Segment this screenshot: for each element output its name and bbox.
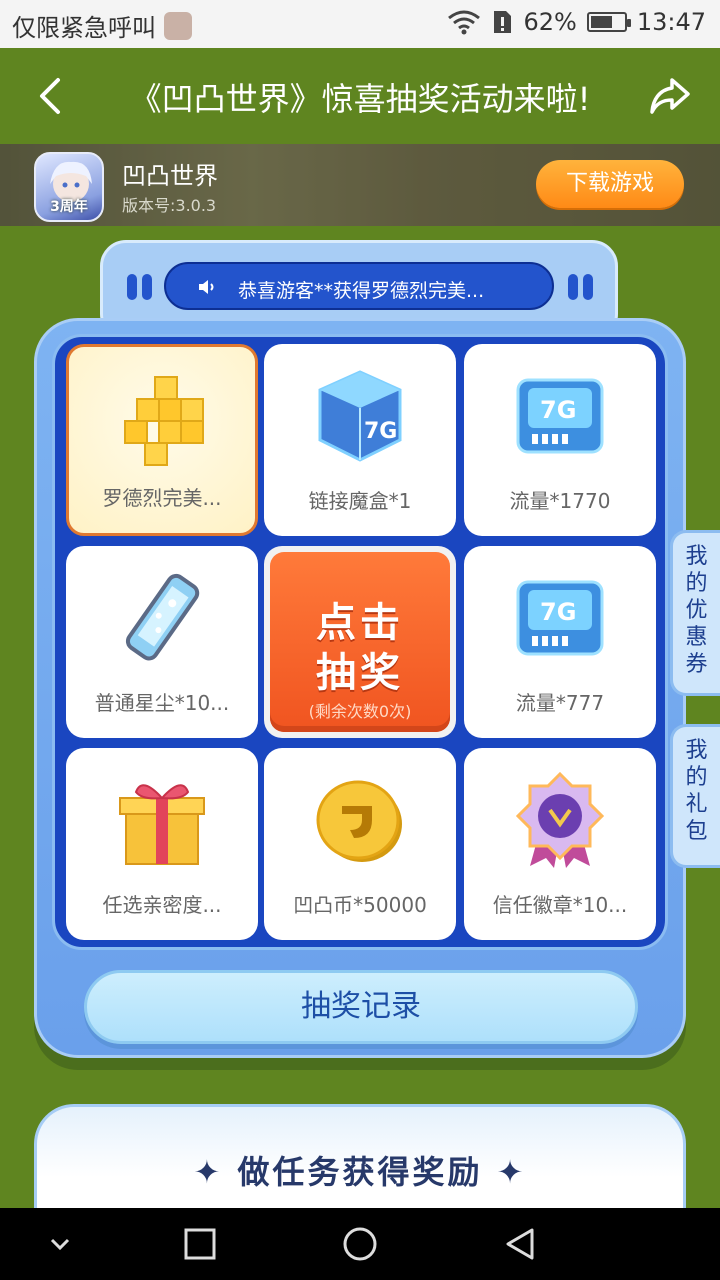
prize-label: 任选亲密度... xyxy=(102,893,222,917)
prize-label: 凹凸币*50000 xyxy=(293,893,427,917)
prize-label: 罗德烈完美... xyxy=(102,486,222,510)
clock: 13:47 xyxy=(636,8,706,36)
download-game-button[interactable]: 下载游戏 xyxy=(536,160,684,208)
status-left: 仅限紧急呼叫 xyxy=(12,8,192,43)
anniversary-badge: 3周年 xyxy=(50,199,88,215)
battery-percent: 62% xyxy=(523,8,577,36)
prize-cell[interactable]: 凹凸币*50000 xyxy=(264,748,456,940)
trust-badge-icon xyxy=(515,771,605,868)
draw-cell: 点击 抽奖 (剩余次数0次) xyxy=(264,546,456,738)
my-gifts-tab[interactable]: 我的礼包 xyxy=(670,724,720,868)
title-bar: 《凹凸世界》惊喜抽奖活动来啦! xyxy=(0,48,720,144)
prize-cell[interactable]: 普通星尘*10... xyxy=(66,546,258,738)
remaining-draws: (剩余次数0次) xyxy=(308,702,412,721)
stardust-crystal-icon xyxy=(125,573,200,661)
prize-cell[interactable]: 罗德烈完美... xyxy=(66,344,258,536)
magic-cube-7g-icon: 7G xyxy=(318,370,402,462)
gold-blocks-icon xyxy=(124,376,204,466)
page-title: 《凹凸世界》惊喜抽奖活动来啦! xyxy=(129,80,591,118)
gold-coin-icon xyxy=(316,780,402,862)
ticker-pill-right xyxy=(568,274,578,300)
carrier-text: 仅限紧急呼叫 xyxy=(12,14,156,42)
data-card-7g-icon: 7G xyxy=(516,378,604,454)
draw-button[interactable]: 点击 抽奖 (剩余次数0次) xyxy=(270,552,450,732)
task-section-title: ✦ 做任务获得奖励 ✦ xyxy=(193,1153,527,1191)
prize-label: 信任徽章*10... xyxy=(492,893,628,917)
back-arrow-icon[interactable] xyxy=(30,72,74,120)
ticker-message: 恭喜游客**获得罗德烈完美... xyxy=(238,280,485,302)
ticker-pill-right xyxy=(583,274,593,300)
task-panel: ✦ 做任务获得奖励 ✦ xyxy=(34,1104,686,1224)
prize-label: 链接魔盒*1 xyxy=(308,489,412,513)
prize-label: 流量*1770 xyxy=(509,489,611,513)
prize-cell[interactable]: 7G 流量*777 xyxy=(464,546,656,738)
my-coupons-tab[interactable]: 我的优惠券 xyxy=(670,530,720,696)
battery-icon xyxy=(586,12,631,32)
draw-button-line2: 抽奖 xyxy=(316,650,404,696)
game-header: 3周年 凹凸世界 版本号:3.0.3 下载游戏 xyxy=(0,144,720,226)
draw-record-button[interactable]: 抽奖记录 xyxy=(84,970,638,1044)
app-notification-icon xyxy=(164,11,192,40)
game-icon[interactable]: 3周年 xyxy=(34,152,104,222)
ticker-pill-left xyxy=(142,274,152,300)
prize-label: 普通星尘*10... xyxy=(94,691,230,715)
system-nav-bar xyxy=(0,1208,720,1280)
prize-cell[interactable]: 7G 链接魔盒*1 xyxy=(264,344,456,536)
game-version: 版本号:3.0.3 xyxy=(122,196,217,215)
prize-cell[interactable]: 7G 流量*1770 xyxy=(464,344,656,536)
winner-ticker: 恭喜游客**获得罗德烈完美... xyxy=(164,262,554,310)
ticker-pill-left xyxy=(127,274,137,300)
home-icon[interactable] xyxy=(342,1226,378,1262)
svg-text:7G: 7G xyxy=(540,396,576,424)
share-icon[interactable] xyxy=(646,72,694,120)
sim-alert-icon xyxy=(494,11,512,33)
prize-label: 流量*777 xyxy=(515,691,605,715)
game-name: 凹凸世界 xyxy=(122,162,218,190)
data-card-7g-icon: 7G xyxy=(516,580,604,656)
speaker-icon xyxy=(199,280,214,294)
chevron-down-icon[interactable] xyxy=(42,1226,78,1262)
wifi-icon xyxy=(448,10,481,35)
gift-box-icon xyxy=(119,784,205,865)
prize-cell[interactable]: 任选亲密度... xyxy=(66,748,258,940)
recent-apps-icon[interactable] xyxy=(182,1226,218,1262)
status-right: 62% 13:47 xyxy=(447,8,706,36)
prize-cell[interactable]: 信任徽章*10... xyxy=(464,748,656,940)
svg-text:7G: 7G xyxy=(364,419,397,444)
back-triangle-icon[interactable] xyxy=(502,1226,538,1262)
status-bar: 仅限紧急呼叫 62% 13:47 xyxy=(0,0,720,48)
svg-text:7G: 7G xyxy=(540,598,576,626)
